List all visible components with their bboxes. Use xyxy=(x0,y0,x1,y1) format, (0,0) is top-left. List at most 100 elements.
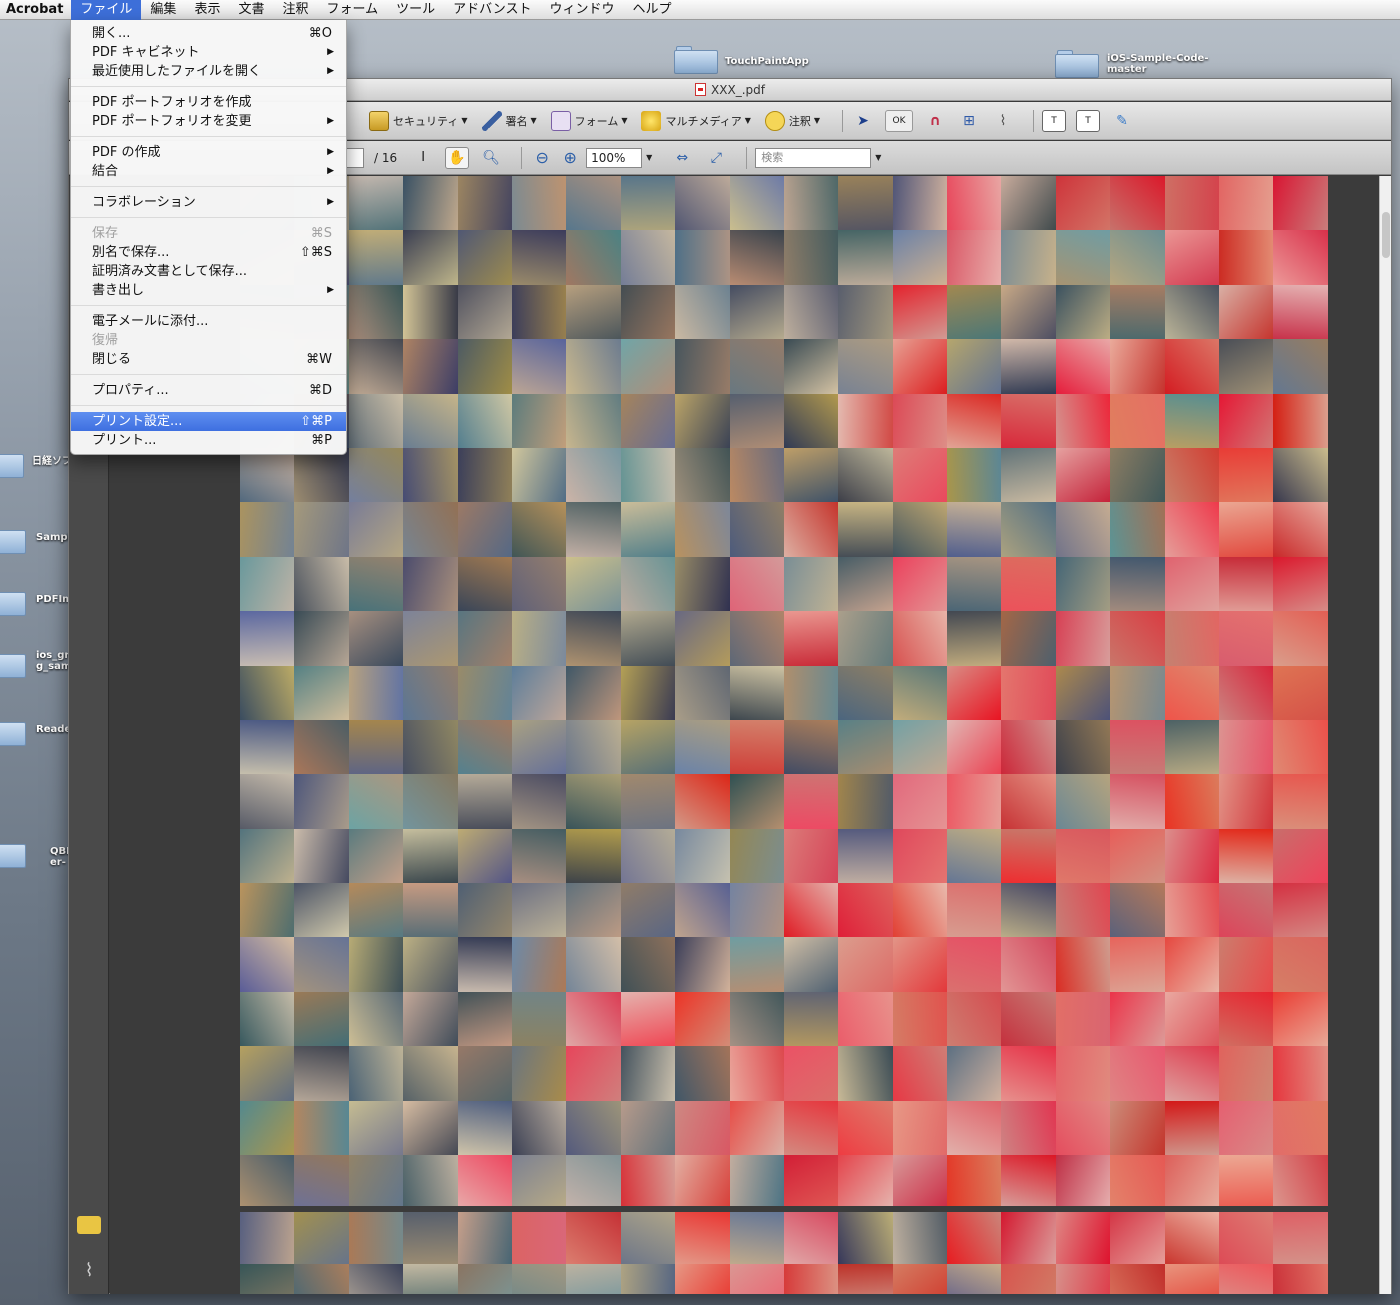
folder-icon[interactable] xyxy=(0,586,26,616)
search-dropdown-arrow-icon[interactable]: ▼ xyxy=(875,153,881,162)
menu-item-attach-email[interactable]: 電子メールに添付... xyxy=(71,312,346,331)
folder-icon[interactable] xyxy=(0,716,26,746)
folder-icon[interactable] xyxy=(674,44,718,74)
zoom-level-field[interactable]: 100% xyxy=(586,147,643,168)
comment-button[interactable]: 注釈 ▼ xyxy=(764,110,820,131)
text-field-icon[interactable]: T xyxy=(1042,109,1067,132)
mosaic-photo-tile xyxy=(947,1209,1002,1264)
mosaic-photo-tile xyxy=(620,339,676,394)
mosaic-photo-tile xyxy=(1219,719,1274,775)
hand-tool-icon[interactable]: ✋ xyxy=(445,146,470,169)
mosaic-photo-tile xyxy=(620,1046,676,1101)
menu-item-print-setup[interactable]: プリント設定... ⇧⌘P xyxy=(71,412,346,431)
mosaic-photo-tile xyxy=(675,502,730,557)
folder-icon[interactable] xyxy=(1055,48,1099,78)
menu-item-close[interactable]: 閉じる ⌘W xyxy=(71,350,346,369)
menu-window[interactable]: ウィンドウ xyxy=(541,0,624,20)
menu-edit[interactable]: 編集 xyxy=(141,0,185,20)
menu-item-create-portfolio[interactable]: PDF ポートフォリオを作成 xyxy=(71,93,346,112)
mosaic-photo-tile xyxy=(729,937,784,992)
mosaic-photo-tile xyxy=(348,774,404,829)
mosaic-photo-tile xyxy=(566,502,621,557)
scroll-thumb[interactable] xyxy=(1382,212,1390,258)
link-icon[interactable]: ∩ xyxy=(923,110,947,132)
menu-forms[interactable]: フォーム xyxy=(317,0,387,20)
form-edit-icon[interactable]: ✎ xyxy=(1110,110,1134,132)
mosaic-photo-tile xyxy=(729,828,784,884)
multimedia-button[interactable]: マルチメディア ▼ xyxy=(641,110,751,131)
folder-icon[interactable] xyxy=(0,524,26,554)
menu-item-save-certified[interactable]: 証明済み文書として保存... xyxy=(71,262,346,281)
menu-item-collaboration[interactable]: コラボレーション ▶ xyxy=(71,193,346,212)
mosaic-photo-tile xyxy=(240,556,295,612)
mosaic-photo-tile xyxy=(1055,284,1111,340)
menu-item-pdf-cabinet[interactable]: PDF キャビネット ▶ xyxy=(71,43,346,62)
zoom-tool-icon[interactable]: 🔍︎ xyxy=(479,147,503,169)
menu-file[interactable]: ファイル xyxy=(71,0,142,20)
mosaic-photo-tile xyxy=(1110,339,1165,394)
sign-button[interactable]: 署名 ▼ xyxy=(481,110,537,131)
mosaic-photo-tile xyxy=(675,991,730,1047)
fit-width-icon[interactable]: ⇔ xyxy=(670,147,694,169)
mosaic-photo-tile xyxy=(1164,1209,1220,1264)
menu-item-modify-portfolio[interactable]: PDF ポートフォリオを変更 ▶ xyxy=(71,112,346,131)
menu-advanced[interactable]: アドバンスト xyxy=(444,0,540,20)
comments-pane-icon[interactable] xyxy=(77,1216,101,1234)
folder-icon[interactable] xyxy=(0,648,26,678)
attachments-paperclip-icon[interactable]: ⌇ xyxy=(77,1260,101,1281)
mosaic-photo-tile xyxy=(403,937,458,992)
search-input[interactable]: 検索 xyxy=(755,147,872,168)
form-button[interactable]: フォーム ▼ xyxy=(550,110,627,131)
mosaic-photo-tile xyxy=(947,176,1002,231)
menu-item-print[interactable]: プリント... ⌘P xyxy=(71,431,346,450)
menu-document[interactable]: 文書 xyxy=(229,0,273,20)
menu-item-export[interactable]: 書き出し ▶ xyxy=(71,281,346,300)
attach-icon[interactable]: ⌇ xyxy=(991,110,1015,132)
folder-icon[interactable] xyxy=(0,838,26,868)
zoom-out-icon[interactable]: ⊖ xyxy=(530,147,554,169)
page-number-input[interactable] xyxy=(344,147,364,168)
menu-item-create-pdf[interactable]: PDF の作成 ▶ xyxy=(71,143,346,162)
select-arrow-icon[interactable]: ➤ xyxy=(851,110,875,132)
mosaic-photo-tile xyxy=(1055,991,1111,1047)
menu-help[interactable]: ヘルプ xyxy=(624,0,681,20)
mosaic-photo-tile xyxy=(729,339,784,394)
ok-button-icon[interactable]: OK xyxy=(885,109,914,132)
mosaic-photo-tile xyxy=(783,719,839,775)
dropdown-arrow-icon: ▼ xyxy=(461,116,468,125)
mosaic-photo-tile xyxy=(1110,719,1165,775)
menu-tools[interactable]: ツール xyxy=(387,0,444,20)
mosaic-photo-tile xyxy=(403,447,458,503)
mosaic-photo-tile xyxy=(947,1155,1002,1210)
mosaic-photo-tile xyxy=(892,665,948,720)
mosaic-photo-tile xyxy=(566,937,621,992)
mosaic-photo-tile xyxy=(675,828,730,884)
vertical-scrollbar[interactable] xyxy=(1379,176,1391,1294)
crop-icon[interactable]: ⊞ xyxy=(957,110,981,132)
text-select-icon[interactable]: I xyxy=(411,147,435,169)
mosaic-photo-tile xyxy=(1273,828,1328,884)
menu-item-label: プリント設定... xyxy=(92,414,183,429)
mosaic-photo-tile xyxy=(729,556,784,612)
mosaic-photo-tile xyxy=(838,883,893,938)
mosaic-photo-tile xyxy=(620,556,676,612)
mosaic-photo-tile xyxy=(294,1100,349,1156)
text-edit-icon[interactable]: T xyxy=(1076,109,1101,132)
folder-icon[interactable] xyxy=(0,448,24,478)
menu-view[interactable]: 表示 xyxy=(185,0,229,20)
menu-item-combine[interactable]: 結合 ▶ xyxy=(71,162,346,181)
zoom-dropdown-arrow-icon[interactable]: ▼ xyxy=(646,153,652,162)
menu-item-open[interactable]: 開く... ⌘O xyxy=(71,24,346,43)
menu-comments[interactable]: 注釈 xyxy=(273,0,317,20)
mosaic-photo-tile xyxy=(947,1046,1002,1101)
mosaic-photo-tile xyxy=(403,1209,458,1264)
mosaic-photo-tile xyxy=(838,1100,893,1156)
app-menu[interactable]: Acrobat xyxy=(0,2,71,17)
zoom-in-icon[interactable]: ⊕ xyxy=(558,147,582,169)
menu-item-properties[interactable]: プロパティ... ⌘D xyxy=(71,381,346,400)
menu-item-recent-files[interactable]: 最近使用したファイルを開く ▶ xyxy=(71,62,346,81)
menu-item-save-as[interactable]: 別名で保存... ⇧⌘S xyxy=(71,243,346,262)
fit-page-icon[interactable]: ⤢ xyxy=(704,147,728,169)
submenu-arrow-icon: ▶ xyxy=(327,116,334,126)
security-button[interactable]: セキュリティ ▼ xyxy=(369,110,468,131)
